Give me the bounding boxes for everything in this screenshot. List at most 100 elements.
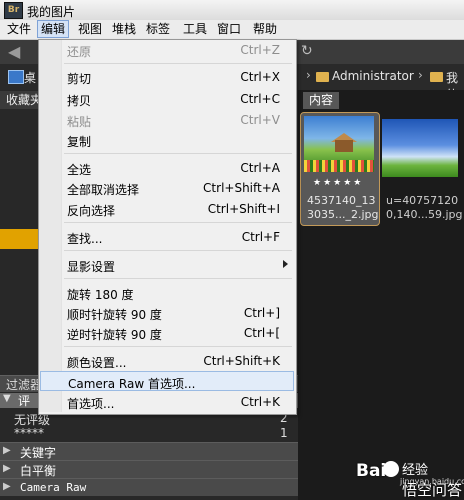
menu-item-invert-selection[interactable]: 反向选择 Ctrl+Shift+I	[40, 199, 294, 219]
menu-edit[interactable]: 编辑	[37, 20, 70, 38]
menu-item-develop-settings[interactable]: 显影设置	[40, 255, 294, 275]
path-separator-icon: ›	[418, 68, 423, 82]
menu-item-label: 顺时针旋转 90 度	[67, 308, 162, 322]
menu-bar: 文件 编辑 视图 堆栈 标签 工具 窗口 帮助	[0, 20, 464, 40]
menu-item-camera-raw-preferences[interactable]: Camera Raw 首选项...	[40, 371, 294, 391]
menu-separator	[64, 278, 292, 279]
menu-item-deselect-all[interactable]: 全部取消选择 Ctrl+Shift+A	[40, 178, 294, 198]
section-title: Camera Raw	[20, 481, 87, 494]
refresh-icon[interactable]: ↻	[301, 43, 313, 59]
menu-separator	[64, 153, 292, 154]
menu-window[interactable]: 窗口	[214, 21, 244, 37]
menu-item-select-all[interactable]: 全选 Ctrl+A	[40, 158, 294, 178]
expand-triangle-icon[interactable]: ▶	[3, 481, 11, 492]
watermark-jingyan: 经验	[402, 463, 429, 478]
menu-item-label: 粘贴	[67, 115, 92, 129]
watermark-wukong: 悟空问答	[401, 481, 462, 499]
menu-item-shortcut: Ctrl+Shift+A	[203, 181, 280, 195]
section-title: 关键字	[20, 446, 57, 460]
menu-item-label: 逆时针旋转 90 度	[67, 328, 162, 342]
thumbnail-image-detail	[335, 140, 353, 152]
menu-item-paste[interactable]: 粘贴 Ctrl+V	[40, 110, 294, 130]
watermark-brand: Bai	[356, 461, 387, 481]
filter-panel-title: 过滤器	[6, 378, 43, 392]
folder-icon	[430, 72, 443, 82]
menu-item-undo[interactable]: 还原 Ctrl+Z	[40, 40, 294, 60]
menu-item-rotate-ccw-90[interactable]: 逆时针旋转 90 度 Ctrl+[	[40, 323, 294, 343]
menu-item-shortcut: Ctrl+Z	[240, 43, 280, 57]
camera-raw-section-header[interactable]: ▶ Camera Raw	[0, 478, 298, 496]
menu-item-shortcut: Ctrl+C	[240, 92, 280, 106]
menu-view[interactable]: 视图	[75, 21, 105, 37]
menu-item-shortcut: Ctrl+]	[243, 306, 280, 320]
menu-item-shortcut: Ctrl+A	[240, 161, 280, 175]
baidu-jingyan-watermark: Bai 经验 jingyan.baidu.com 悟空问答	[356, 455, 464, 499]
menu-item-label: 旋转 180 度	[67, 288, 134, 302]
path-item-desktop[interactable]: 桌	[24, 69, 36, 86]
menu-item-shortcut: Ctrl+Shift+K	[203, 354, 280, 368]
white-balance-section-header[interactable]: ▶ 白平衡	[0, 460, 298, 478]
menu-separator	[64, 346, 292, 347]
tab-content[interactable]: 内容	[303, 92, 339, 109]
menu-item-copy[interactable]: 拷贝 Ctrl+C	[40, 89, 294, 109]
back-arrow-icon[interactable]: ◀	[8, 42, 20, 61]
menu-item-label: 反向选择	[67, 204, 116, 218]
filter-count: 1	[280, 426, 288, 440]
rating-section-title: 评	[18, 394, 31, 408]
menu-item-label: 拷贝	[67, 94, 92, 108]
menu-item-label: 剪切	[67, 72, 92, 86]
menu-label[interactable]: 标签	[143, 21, 173, 37]
thumbnail-filename: 4537140_13	[307, 194, 376, 207]
menu-separator	[64, 63, 292, 64]
menu-item-label: 颜色设置...	[67, 356, 127, 370]
thumbnail-image[interactable]	[382, 119, 458, 177]
menu-item-find[interactable]: 查找... Ctrl+F	[40, 227, 294, 247]
window-title: 我的图片	[27, 5, 76, 19]
menu-item-rotate-180[interactable]: 旋转 180 度	[40, 283, 294, 303]
menu-help[interactable]: 帮助	[250, 21, 280, 37]
menu-item-duplicate[interactable]: 复制	[40, 130, 294, 150]
menu-item-rotate-cw-90[interactable]: 顺时针旋转 90 度 Ctrl+]	[40, 303, 294, 323]
thumbnail-filename: 0,140...59.jpg	[386, 208, 463, 221]
folder-icon	[316, 72, 329, 82]
menu-tools[interactable]: 工具	[180, 21, 210, 37]
thumbnail-filename: u=40757120	[386, 194, 459, 207]
menu-separator	[64, 250, 292, 251]
menu-stacks[interactable]: 堆栈	[109, 21, 139, 37]
expand-triangle-icon[interactable]: ▶	[3, 463, 11, 474]
app-logo: Br	[4, 2, 23, 19]
menu-item-label: 查找...	[67, 232, 103, 246]
menu-item-shortcut: Ctrl+K	[240, 395, 280, 409]
path-item-administrator[interactable]: Administrator	[332, 69, 414, 83]
menu-item-label: Camera Raw 首选项...	[68, 377, 196, 391]
menu-item-label: 首选项...	[67, 397, 115, 411]
menu-item-label: 显影设置	[67, 260, 116, 274]
desktop-icon[interactable]	[8, 70, 24, 84]
section-title: 白平衡	[20, 464, 57, 478]
menu-item-label: 还原	[67, 45, 92, 59]
menu-item-color-settings[interactable]: 颜色设置... Ctrl+Shift+K	[40, 351, 294, 371]
menu-item-shortcut: Ctrl+F	[241, 230, 280, 244]
submenu-arrow-icon	[283, 260, 288, 268]
expand-triangle-icon[interactable]: ▶	[3, 445, 11, 456]
star-rating[interactable]: ★★★★★	[313, 178, 363, 188]
collapse-triangle-icon[interactable]: ▼	[3, 393, 11, 404]
filter-row-five-stars[interactable]: *****	[14, 426, 44, 440]
menu-separator	[64, 222, 292, 223]
path-separator-icon: ›	[306, 68, 311, 82]
thumbnail-filename: 3035..._2.jpg	[307, 208, 379, 221]
keywords-section-header[interactable]: ▶ 关键字	[0, 442, 298, 460]
menu-item-shortcut: Ctrl+X	[240, 70, 280, 84]
thumbnail-image-detail	[304, 160, 374, 172]
menu-item-shortcut: Ctrl+[	[243, 326, 280, 340]
menu-item-shortcut: Ctrl+V	[240, 113, 280, 127]
menu-item-cut[interactable]: 剪切 Ctrl+X	[40, 67, 294, 87]
menu-item-shortcut: Ctrl+Shift+I	[207, 202, 280, 216]
menu-item-label: 全选	[67, 163, 92, 177]
menu-item-preferences[interactable]: 首选项... Ctrl+K	[40, 392, 294, 412]
menu-file[interactable]: 文件	[4, 21, 34, 37]
menu-item-label: 全部取消选择	[67, 183, 140, 197]
selected-favorite-item[interactable]	[0, 229, 40, 249]
menu-item-label: 复制	[67, 135, 92, 149]
paw-logo-icon	[383, 461, 399, 477]
